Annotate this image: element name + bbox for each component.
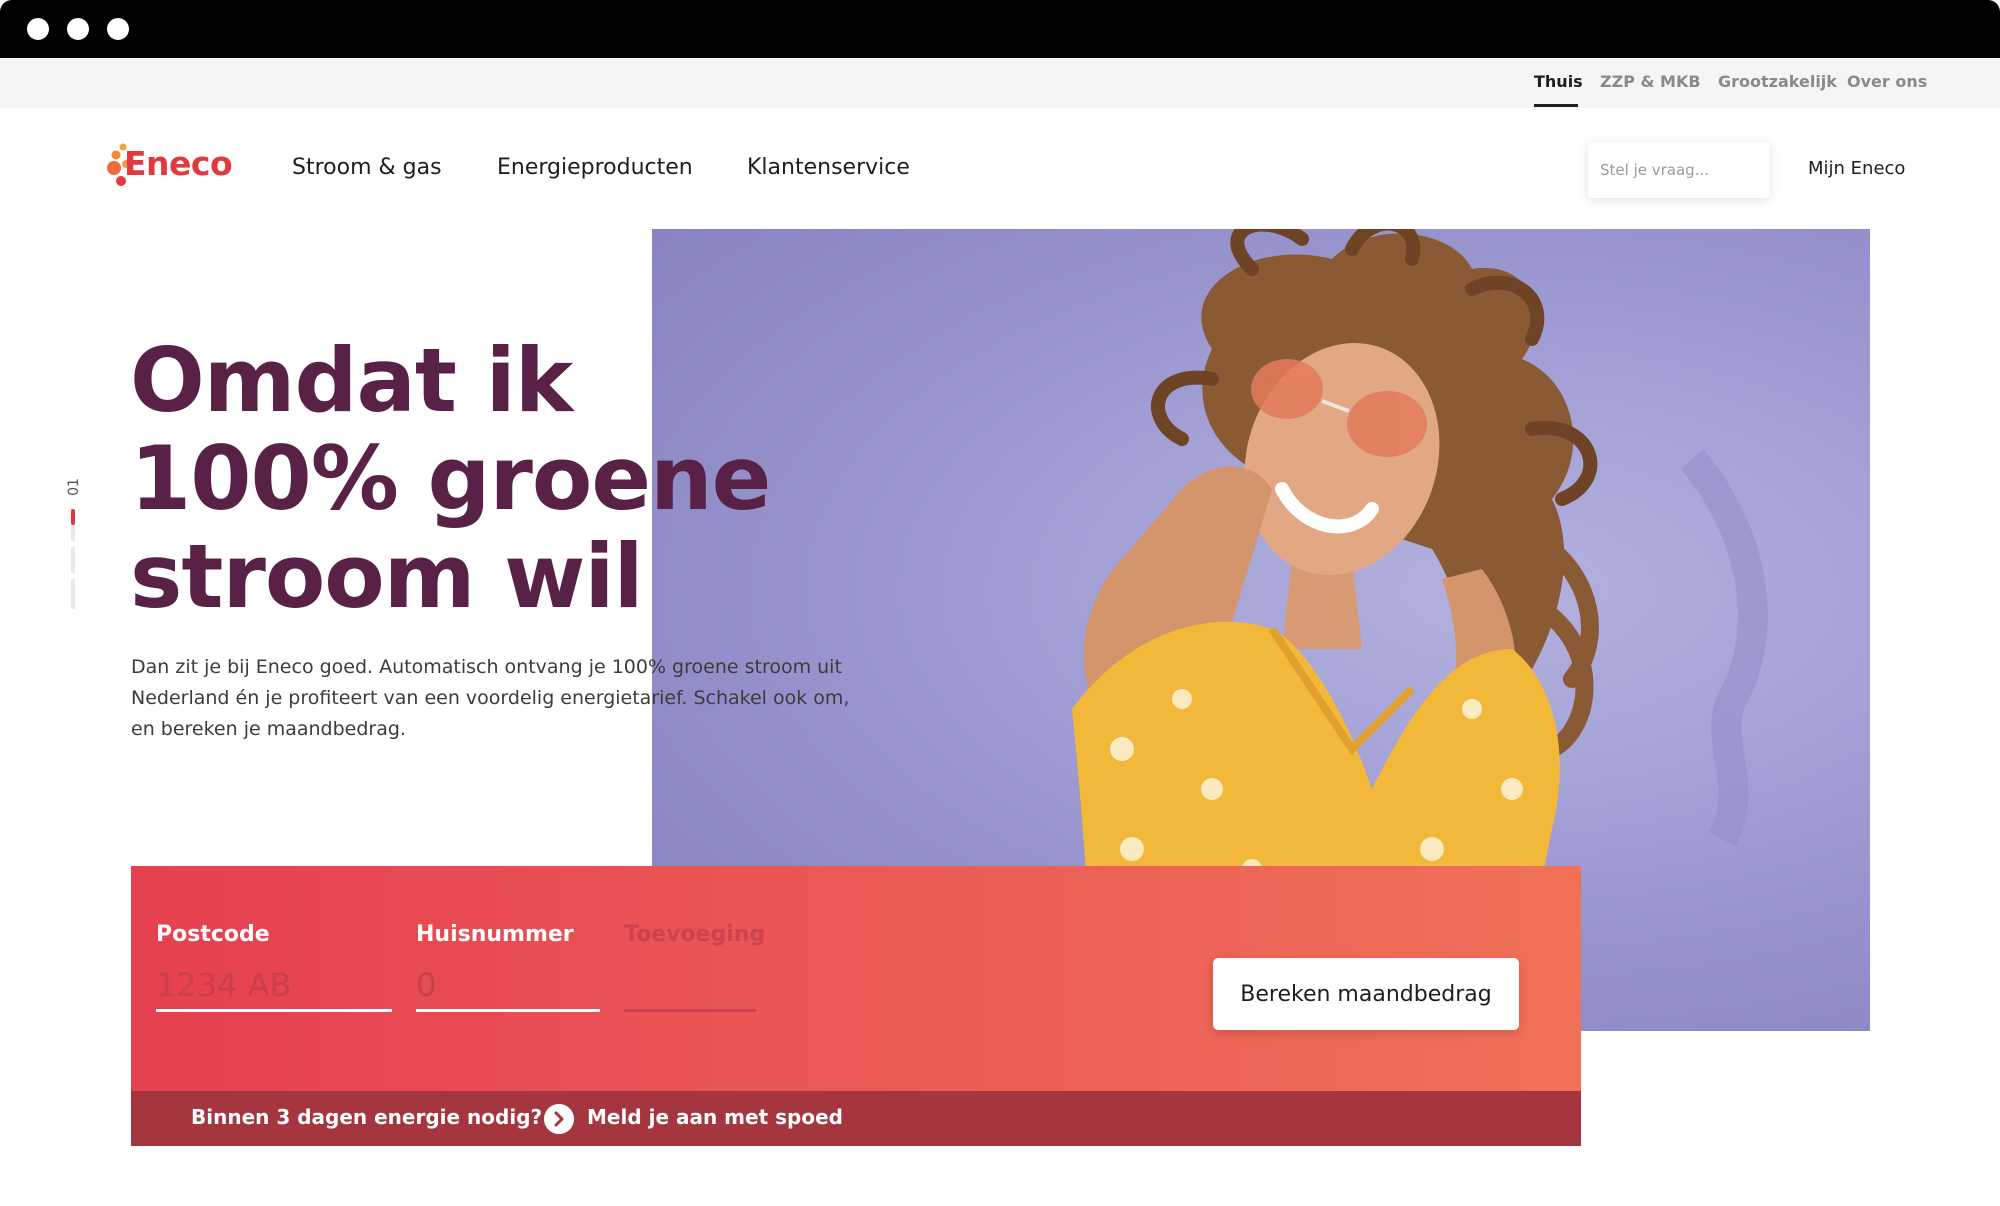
window-close-button[interactable] (27, 18, 49, 40)
search-input[interactable] (1588, 142, 1770, 198)
utility-link-thuis[interactable]: Thuis (1534, 72, 1583, 91)
calculator-panel: Postcode Huisnummer Toevoeging Bereken m… (131, 866, 1581, 1091)
hero-headline-line: 100% groene (130, 427, 771, 530)
mijn-eneco-link[interactable]: Mijn Eneco (1808, 158, 1905, 179)
hero-lead-text: Dan zit je bij Eneco goed. Automatisch o… (131, 656, 850, 740)
utility-link-grootzakelijk[interactable]: Grootzakelijk (1718, 72, 1837, 91)
slide-progress-divider (71, 573, 75, 579)
window-maximize-button[interactable] (107, 18, 129, 40)
brand-name[interactable]: Eneco (124, 144, 233, 183)
utility-link-over-ons[interactable]: Over ons (1847, 72, 1927, 91)
huisnummer-label: Huisnummer (416, 922, 574, 947)
huisnummer-input[interactable] (416, 960, 600, 1012)
postcode-label: Postcode (156, 922, 270, 947)
bereken-maandbedrag-button[interactable]: Bereken maandbedrag (1213, 958, 1519, 1030)
active-tab-indicator (1534, 104, 1578, 107)
utility-nav: Thuis ZZP & MKB Grootzakelijk Over ons (0, 58, 2000, 108)
slide-progress-active (71, 509, 75, 525)
toevoeging-input[interactable] (624, 960, 756, 1012)
postcode-input[interactable] (156, 960, 392, 1012)
slide-progress-divider (71, 541, 75, 547)
window-minimize-button[interactable] (67, 18, 89, 40)
nav-stroom-gas[interactable]: Stroom & gas (292, 155, 442, 180)
toevoeging-label: Toevoeging (624, 922, 766, 947)
hero-headline-line: Omdat ik (130, 329, 573, 432)
urgent-question: Binnen 3 dagen energie nodig? (191, 1105, 543, 1129)
window-titlebar (0, 0, 2000, 58)
hero-headline-line: stroom wil (130, 525, 644, 628)
utility-link-zzp-mkb[interactable]: ZZP & MKB (1600, 72, 1701, 91)
nav-klantenservice[interactable]: Klantenservice (747, 155, 910, 180)
spoed-aanmelden-link[interactable]: Meld je aan met spoed (587, 1105, 843, 1129)
hero-headline: Omdat ik 100% groene stroom wil (130, 332, 890, 626)
slide-number: 01 (66, 478, 82, 496)
urgent-signup-bar: Binnen 3 dagen energie nodig? Meld je aa… (131, 1091, 1581, 1146)
nav-energieproducten[interactable]: Energieproducten (497, 155, 693, 180)
chevron-right-circle-icon[interactable] (544, 1104, 574, 1134)
